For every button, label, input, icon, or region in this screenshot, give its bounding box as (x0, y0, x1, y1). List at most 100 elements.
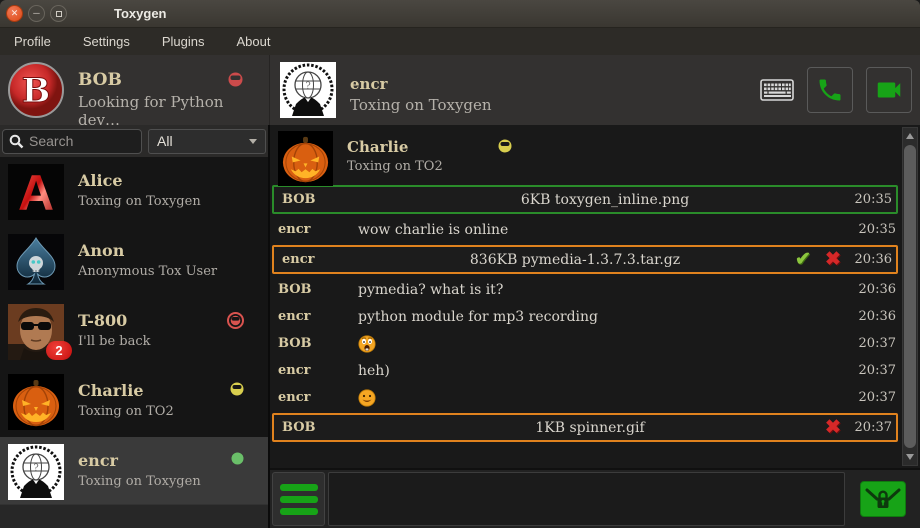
self-profile[interactable]: B BOB Looking for Python dev… (0, 55, 270, 125)
contact-item-alice[interactable]: A Alice Toxing on Toxygen (0, 157, 268, 227)
self-status-message: Looking for Python dev… (78, 93, 261, 129)
contact-item-t800[interactable]: T-800 I'll be back 2 (0, 297, 268, 367)
video-camera-icon (874, 75, 904, 105)
decline-file-icon[interactable]: ✖ (818, 418, 848, 437)
message-text: heh) (358, 363, 852, 379)
send-cell (848, 472, 918, 526)
busy-status-icon (227, 312, 244, 329)
window-title: Toxygen (114, 6, 167, 21)
message-time: 20:37 (852, 336, 896, 351)
contact-sidebar: All A Alice Toxing on Toxygen (0, 125, 270, 528)
message-row: encr 20:37 (270, 384, 900, 411)
sidebar-footer (0, 504, 268, 528)
away-status-icon (230, 382, 244, 396)
chevron-down-icon (249, 139, 257, 144)
message-sender: encr (278, 309, 358, 324)
message-emoji (358, 389, 852, 407)
contact-status-message: Toxing on TO2 (78, 404, 174, 419)
svg-text:?: ? (305, 81, 310, 92)
message-text: wow charlie is online (358, 222, 852, 238)
svg-text:B: B (22, 71, 51, 111)
search-input[interactable] (29, 133, 129, 149)
message-sender: BOB (282, 192, 362, 207)
decline-file-icon[interactable]: ✖ (818, 250, 848, 269)
message-time: 20:37 (852, 390, 896, 405)
file-transfer-row: encr 836KB pymedia-1.3.7.3.tar.gz ✔ ✖ 20… (272, 245, 898, 274)
svg-text:?: ? (33, 463, 38, 474)
phone-icon (816, 76, 844, 104)
file-transfer-label: 1KB spinner.gif (362, 420, 818, 436)
message-text: pymedia? what is it? (358, 282, 852, 298)
message-time: 20:37 (852, 363, 896, 378)
message-input[interactable] (328, 472, 845, 526)
attachments-menu-button[interactable] (272, 472, 325, 526)
contact-status-message: Anonymous Tox User (78, 264, 217, 279)
contact-name: T-800 (78, 311, 151, 330)
message-time: 20:35 (852, 222, 896, 237)
message-sender: encr (282, 252, 362, 267)
menu-plugins[interactable]: Plugins (160, 30, 207, 53)
file-transfer-row: BOB 6KB toxygen_inline.png 20:35 (272, 185, 898, 214)
peer-status-message: Toxing on Toxygen (350, 96, 492, 114)
title-bar: ✕ ─ Toxygen (0, 0, 920, 28)
message-sender: encr (278, 363, 358, 378)
message-row: encr wow charlie is online 20:35 (270, 216, 900, 243)
message-sender: encr (278, 390, 358, 405)
peer-name: encr (350, 75, 492, 93)
message-history: Charlie Toxing on TO2 BOB 6KB toxygen_in… (270, 125, 920, 470)
busy-status-icon (228, 72, 243, 87)
chat-peer-name: Charlie (347, 138, 443, 156)
scroll-up-icon[interactable] (903, 129, 917, 143)
search-row: All (0, 125, 268, 157)
message-emoji (358, 335, 852, 353)
contact-status-message: I'll be back (78, 334, 151, 349)
contact-name: encr (78, 451, 201, 470)
spade-skull-avatar (8, 234, 64, 290)
chat-panel: Charlie Toxing on TO2 BOB 6KB toxygen_in… (270, 125, 920, 528)
message-sender: BOB (278, 282, 358, 297)
anonymous-avatar: ? (280, 62, 336, 118)
contact-list: A Alice Toxing on Toxygen (0, 157, 268, 504)
file-transfer-label: 6KB toxygen_inline.png (362, 192, 848, 208)
menu-settings[interactable]: Settings (81, 30, 132, 53)
chat-peer-item[interactable]: Charlie Toxing on TO2 (270, 125, 900, 183)
contact-name: Anon (78, 241, 217, 260)
menu-profile[interactable]: Profile (12, 30, 53, 53)
contact-filter-dropdown[interactable]: All (148, 129, 266, 154)
send-button[interactable] (860, 481, 906, 517)
minimize-icon[interactable]: ─ (28, 5, 45, 22)
file-transfer-label: 836KB pymedia-1.3.7.3.tar.gz (362, 252, 788, 268)
message-sender: encr (278, 222, 358, 237)
contact-item-encr[interactable]: ? encr Toxing on Toxygen (0, 437, 268, 504)
message-row: encr python module for mp3 recording 20:… (270, 303, 900, 330)
message-time: 20:36 (852, 282, 896, 297)
pumpkin-avatar (278, 131, 333, 186)
anonymous-avatar: ? (8, 444, 64, 500)
top-panel: B BOB Looking for Python dev… ? encr Tox… (0, 55, 920, 125)
chat-peer-status-message: Toxing on TO2 (347, 159, 443, 174)
message-row: BOB pymedia? what is it? 20:36 (270, 276, 900, 303)
scrollbar-thumb[interactable] (904, 145, 916, 448)
menu-icon (280, 484, 318, 491)
message-input-bar (270, 470, 920, 528)
audio-call-button[interactable] (807, 67, 853, 113)
menu-bar: Profile Settings Plugins About (0, 28, 920, 55)
keyboard-icon[interactable] (760, 79, 794, 101)
contact-item-charlie[interactable]: Charlie Toxing on TO2 (0, 367, 268, 437)
pumpkin-avatar (8, 374, 64, 430)
close-icon[interactable]: ✕ (6, 5, 23, 22)
message-time: 20:37 (848, 420, 892, 435)
maximize-icon[interactable] (50, 5, 67, 22)
contact-status-message: Toxing on Toxygen (78, 194, 201, 209)
message-sender: BOB (278, 336, 358, 351)
scroll-down-icon[interactable] (903, 450, 917, 464)
contact-item-anon[interactable]: Anon Anonymous Tox User (0, 227, 268, 297)
filter-value: All (157, 133, 173, 149)
message-time: 20:36 (852, 309, 896, 324)
menu-about[interactable]: About (234, 30, 272, 53)
video-call-button[interactable] (866, 67, 912, 113)
search-box[interactable] (2, 129, 142, 154)
accept-file-icon[interactable]: ✔ (788, 250, 818, 269)
contact-name: Charlie (78, 381, 174, 400)
chat-scrollbar[interactable] (902, 127, 918, 466)
